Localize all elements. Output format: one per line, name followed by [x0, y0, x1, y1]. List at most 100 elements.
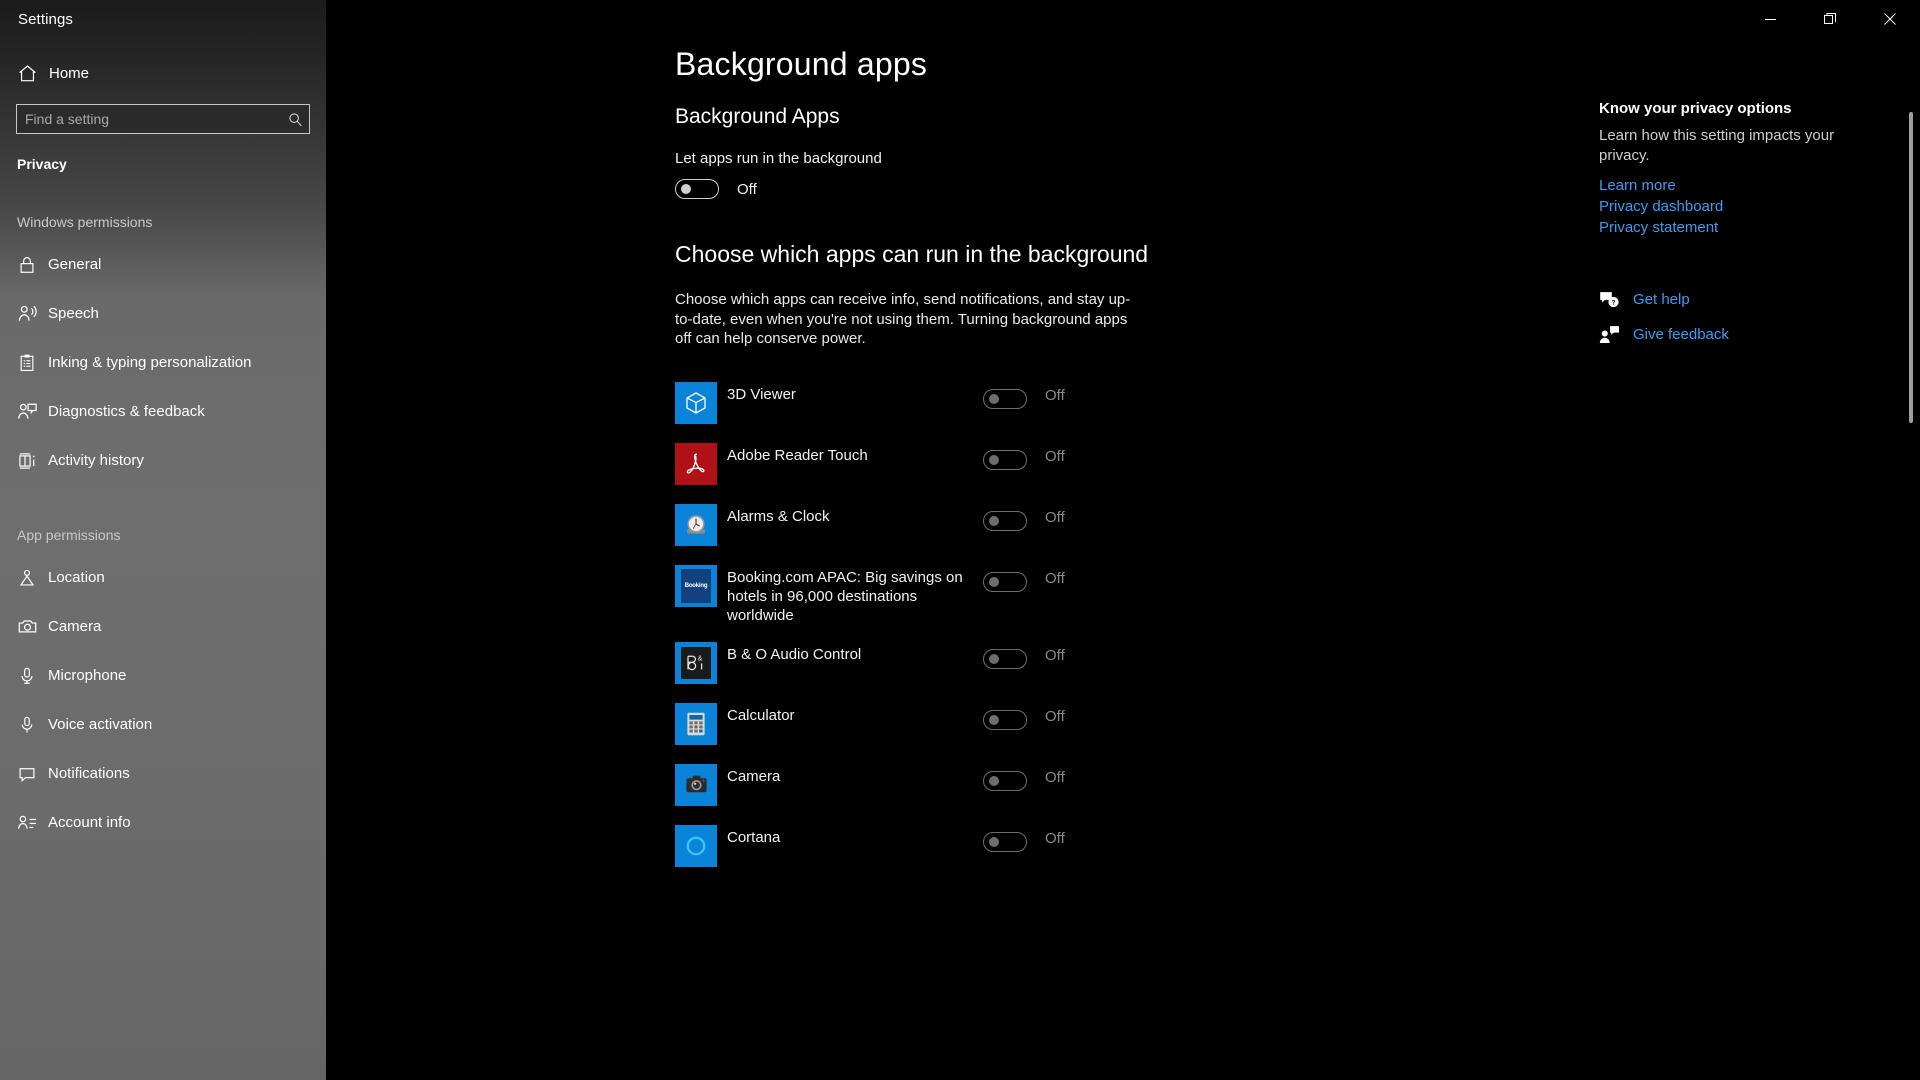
give-feedback-icon: [1599, 325, 1629, 344]
alarms-clock-icon: [675, 503, 717, 546]
sidebar-item-label: Activity history: [48, 452, 144, 469]
sidebar-item-speech[interactable]: Speech: [0, 289, 326, 338]
sidebar-item-activity-history[interactable]: Activity history: [0, 436, 326, 485]
toggle-knob: [989, 454, 999, 465]
app-toggle[interactable]: [983, 831, 1027, 852]
search-input[interactable]: [17, 105, 281, 133]
scrollbar-thumb[interactable]: [1909, 112, 1913, 423]
app-row: Camera Off: [326, 755, 1920, 816]
sidebar-current-section: Privacy: [17, 156, 67, 172]
toggle-knob: [989, 576, 999, 587]
app-list: 3D Viewer Off Adobe Reader Touch Off Ala…: [326, 373, 1920, 877]
app-state: Off: [1045, 646, 1065, 664]
get-help-row[interactable]: ? Get help: [1599, 290, 1849, 309]
toggle-knob: [989, 714, 999, 725]
master-toggle-state: Off: [737, 180, 757, 198]
sidebar-item-label: General: [48, 256, 102, 273]
sidebar-item-label: Microphone: [48, 667, 127, 684]
main-content: Background apps Background Apps Let apps…: [326, 0, 1920, 1080]
home-icon: [17, 63, 47, 84]
sidebar-group-heading-app-permissions: App permissions: [17, 527, 121, 543]
give-feedback-row[interactable]: Give feedback: [1599, 325, 1849, 344]
sidebar-item-notifications[interactable]: Notifications: [0, 749, 326, 798]
sidebar-item-camera[interactable]: Camera: [0, 602, 326, 651]
search-icon[interactable]: [281, 112, 309, 127]
location-icon: [17, 568, 48, 588]
booking-icon: Booking: [675, 564, 717, 607]
app-toggle[interactable]: [983, 510, 1027, 531]
sidebar-item-diagnostics-feedback[interactable]: Diagnostics & feedback: [0, 387, 326, 436]
app-toggle[interactable]: [983, 770, 1027, 791]
sidebar-item-general[interactable]: General: [0, 240, 326, 289]
close-button[interactable]: [1860, 0, 1920, 38]
app-toggle[interactable]: [983, 571, 1027, 592]
app-state: Off: [1045, 508, 1065, 526]
diagnostics-icon: [17, 401, 48, 422]
sidebar-item-label: Inking & typing personalization: [48, 354, 252, 371]
cortana-icon: [675, 824, 717, 867]
toggle-knob: [681, 184, 691, 194]
app-toggle[interactable]: [983, 648, 1027, 669]
app-state: Off: [1045, 447, 1065, 465]
calculator-icon: [675, 702, 717, 745]
settings-window: Settings Home Find a setting Privacy Win…: [0, 0, 1920, 1080]
privacy-dashboard-link[interactable]: Privacy dashboard: [1599, 198, 1849, 215]
rail-heading: Know your privacy options: [1599, 100, 1792, 117]
app-state: Off: [1045, 768, 1065, 786]
sidebar-item-label: Speech: [48, 305, 99, 322]
sidebar-item-label: Voice activation: [48, 716, 153, 733]
rail-description: Learn how this setting impacts your priv…: [1599, 127, 1835, 164]
minimize-button[interactable]: [1740, 0, 1800, 38]
window-controls: [1740, 0, 1920, 38]
sidebar-item-voice-activation[interactable]: Voice activation: [0, 700, 326, 749]
search-box[interactable]: [16, 104, 310, 134]
app-toggle[interactable]: [983, 709, 1027, 730]
sidebar-item-location[interactable]: Location: [0, 553, 326, 602]
sidebar-item-label: Camera: [48, 618, 102, 635]
notifications-icon: [17, 764, 48, 784]
app-name: Booking.com APAC: Big savings on hotels …: [727, 568, 963, 624]
app-state: Off: [1045, 829, 1065, 847]
app-name: Calculator: [727, 706, 795, 724]
account-info-icon: [17, 812, 48, 833]
main-scrollbar[interactable]: [1908, 0, 1914, 1080]
app-toggle[interactable]: [983, 449, 1027, 470]
sidebar-item-microphone[interactable]: Microphone: [0, 651, 326, 700]
sidebar-group-heading-windows-permissions: Windows permissions: [17, 214, 153, 230]
master-toggle[interactable]: [675, 179, 719, 199]
lock-icon: [17, 255, 48, 275]
activity-history-icon: [17, 451, 48, 471]
sidebar-item-home[interactable]: Home: [0, 52, 326, 94]
choose-apps-description: Choose which apps can receive info, send…: [675, 291, 1131, 347]
toggle-knob: [989, 836, 999, 847]
give-feedback-label: Give feedback: [1633, 325, 1729, 343]
learn-more-link[interactable]: Learn more: [1599, 177, 1849, 194]
app-row: Calculator Off: [326, 694, 1920, 755]
camera-app-icon: [675, 763, 717, 806]
app-name: Camera: [727, 767, 781, 785]
app-state: Off: [1045, 386, 1065, 404]
privacy-statement-link[interactable]: Privacy statement: [1599, 219, 1849, 236]
app-name: 3D Viewer: [727, 385, 796, 403]
sidebar-item-account-info[interactable]: Account info: [0, 798, 326, 847]
app-name: Alarms & Clock: [727, 507, 830, 525]
page-title: Background apps: [675, 46, 928, 82]
sidebar: Home Privacy Windows permissions: [0, 0, 326, 1080]
speech-icon: [17, 303, 48, 324]
3d-viewer-icon: [675, 381, 717, 424]
app-toggle[interactable]: [983, 388, 1027, 409]
app-row: Cortana Off: [326, 816, 1920, 877]
app-state: Off: [1045, 707, 1065, 725]
adobe-reader-icon: [675, 442, 717, 485]
app-state: Off: [1045, 569, 1065, 587]
restore-button[interactable]: [1800, 0, 1860, 38]
app-name: Adobe Reader Touch: [727, 446, 868, 464]
sidebar-item-label: Location: [48, 569, 105, 586]
app-row: Alarms & Clock Off: [326, 495, 1920, 556]
app-row: 3D Viewer Off: [326, 373, 1920, 434]
toggle-knob: [989, 775, 999, 786]
svg-text:&: &: [698, 655, 703, 662]
sidebar-item-label: Diagnostics & feedback: [48, 403, 205, 420]
right-rail: Know your privacy options Learn how this…: [1599, 100, 1849, 360]
sidebar-item-inking-typing-personalization[interactable]: Inking & typing personalization: [0, 338, 326, 387]
